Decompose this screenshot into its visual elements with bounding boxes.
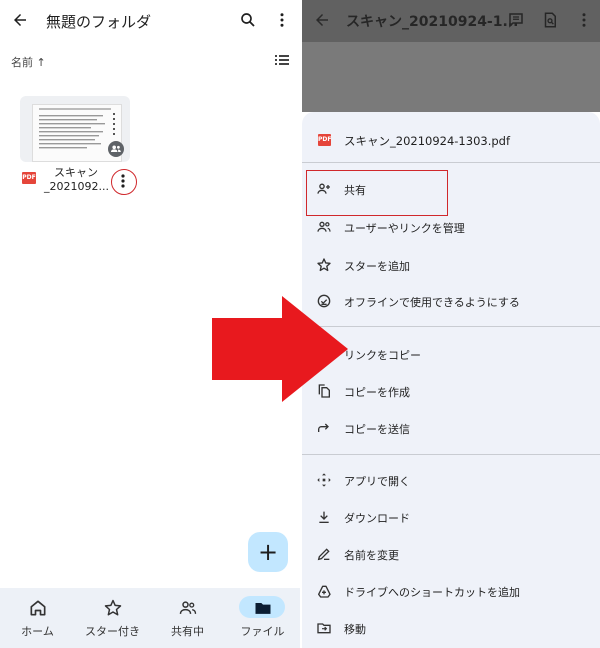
sheet-file-name: スキャン_20210924-1303.pdf	[344, 134, 511, 148]
download-icon	[316, 509, 332, 525]
nav-shared-label: 共有中	[171, 625, 204, 638]
file-more-button[interactable]	[111, 169, 137, 195]
menu-item-add-star[interactable]: スターを追加	[302, 250, 600, 280]
shared-badge-icon	[108, 141, 124, 157]
menu-label-manage-access: ユーザーやリンクを管理	[344, 222, 465, 235]
file-name-line1: スキャン	[54, 166, 98, 179]
viewer-app-bar: スキャン_20210924-1...	[302, 0, 600, 42]
menu-label-download: ダウンロード	[344, 512, 410, 525]
list-view-icon[interactable]	[272, 50, 292, 70]
send-copy-icon	[316, 420, 332, 436]
people-icon	[178, 598, 198, 618]
add-shortcut-icon	[316, 583, 332, 599]
menu-label-add-star: スターを追加	[344, 260, 410, 273]
nav-home-label: ホーム	[21, 625, 54, 638]
move-icon	[316, 620, 332, 636]
divider	[302, 454, 600, 455]
menu-label-open-with: アプリで開く	[344, 475, 410, 488]
nav-starred-label: スター付き	[85, 625, 140, 638]
star-icon	[316, 257, 332, 273]
star-icon	[103, 598, 123, 618]
pdf-file-icon: PDF	[318, 134, 331, 146]
menu-label-send-copy: コピーを送信	[344, 423, 410, 436]
find-in-doc-icon[interactable]	[538, 8, 562, 32]
app-bar: 無題のフォルダ	[0, 0, 300, 42]
menu-item-send-copy[interactable]: コピーを送信	[302, 413, 600, 443]
right-arrow-annotation	[212, 296, 362, 402]
menu-label-rename: 名前を変更	[344, 549, 399, 562]
menu-item-add-shortcut[interactable]: ドライブへのショートカットを追加	[302, 576, 600, 606]
back-arrow-icon[interactable]	[310, 8, 334, 32]
nav-shared[interactable]: 共有中	[150, 588, 225, 648]
divider	[302, 162, 600, 163]
manage-people-icon	[316, 219, 332, 235]
menu-item-download[interactable]: ダウンロード	[302, 502, 600, 532]
sort-toggle[interactable]: 名前 ↑	[11, 54, 46, 70]
menu-item-rename[interactable]: 名前を変更	[302, 539, 600, 569]
file-name: スキャン _2021092...	[44, 166, 109, 194]
new-button[interactable]: +	[248, 532, 288, 572]
open-with-icon	[316, 472, 332, 488]
page-title: 無題のフォルダ	[46, 13, 152, 31]
menu-item-manage-access[interactable]: ユーザーやリンクを管理	[302, 212, 600, 242]
menu-label-offline: オフラインで使用できるようにする	[344, 296, 520, 309]
menu-item-move[interactable]: 移動	[302, 613, 600, 643]
home-icon	[28, 598, 48, 618]
scrim	[302, 42, 600, 112]
back-arrow-icon[interactable]	[8, 8, 32, 32]
rename-icon	[316, 546, 332, 562]
more-vert-icon[interactable]	[572, 8, 596, 32]
menu-item-open-with[interactable]: アプリで開く	[302, 465, 600, 495]
nav-files-label: ファイル	[240, 625, 285, 638]
viewer-title: スキャン_20210924-1...	[346, 14, 519, 30]
menu-label-move: 移動	[344, 623, 366, 636]
more-vert-icon[interactable]	[270, 8, 294, 32]
menu-label-add-shortcut: ドライブへのショートカットを追加	[344, 586, 520, 599]
comment-icon[interactable]	[504, 8, 528, 32]
pdf-file-icon: PDF	[22, 172, 36, 184]
share-highlight-box	[306, 170, 448, 216]
nav-files[interactable]: ファイル	[225, 588, 300, 648]
bottom-navigation: ホーム スター付き 共有中 ファイル	[0, 588, 300, 648]
folder-icon	[253, 598, 273, 618]
nav-home[interactable]: ホーム	[0, 588, 75, 648]
file-name-line2: _2021092...	[44, 180, 109, 193]
search-icon[interactable]	[236, 8, 260, 32]
nav-starred[interactable]: スター付き	[75, 588, 150, 648]
